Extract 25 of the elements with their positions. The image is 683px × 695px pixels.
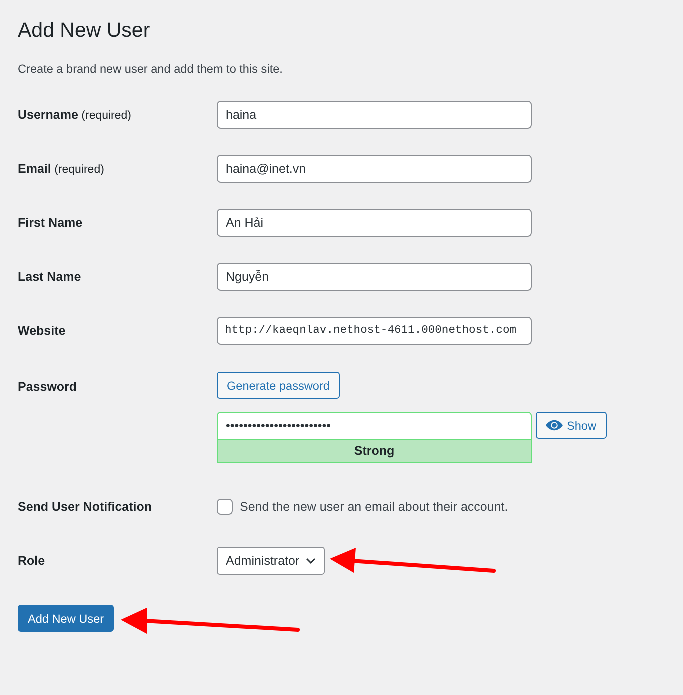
field-label: Email (required)	[18, 160, 104, 178]
generate-password-button[interactable]: Generate password	[217, 372, 340, 399]
field-label: Username (required)	[18, 106, 132, 124]
field-label: Last Name	[18, 269, 82, 286]
input-field[interactable]: haina	[217, 101, 532, 129]
page-description: Create a brand new user and add them to this site.	[18, 61, 283, 78]
checkbox[interactable]	[217, 499, 233, 515]
password-strength-meter: Strong	[217, 440, 532, 463]
password-field[interactable]: ••••••••••••••••••••••••	[217, 412, 532, 440]
input-field[interactable]: Nguyễn	[217, 263, 532, 291]
field-label: Send User Notification	[18, 499, 152, 516]
page-title: Add New User	[18, 18, 150, 44]
field-label: Website	[18, 323, 66, 340]
chevron-down-icon	[306, 558, 316, 564]
eye-icon	[546, 420, 563, 431]
field-label: Role	[18, 553, 46, 570]
checkbox-label: Send the new user an email about their account.	[240, 499, 508, 516]
show-password-button[interactable]: Show	[536, 412, 607, 439]
url-field[interactable]: http://kaeqnlav.nethost-4611.000nethost.com	[217, 317, 532, 345]
field-label: Password	[18, 379, 78, 396]
input-field[interactable]: haina@inet.vn	[217, 155, 532, 183]
field-label: First Name	[18, 215, 83, 232]
add-new-user-button[interactable]: Add New User	[18, 605, 114, 632]
input-field[interactable]: An Hải	[217, 209, 532, 237]
role-select[interactable]: Administrator	[217, 547, 325, 575]
